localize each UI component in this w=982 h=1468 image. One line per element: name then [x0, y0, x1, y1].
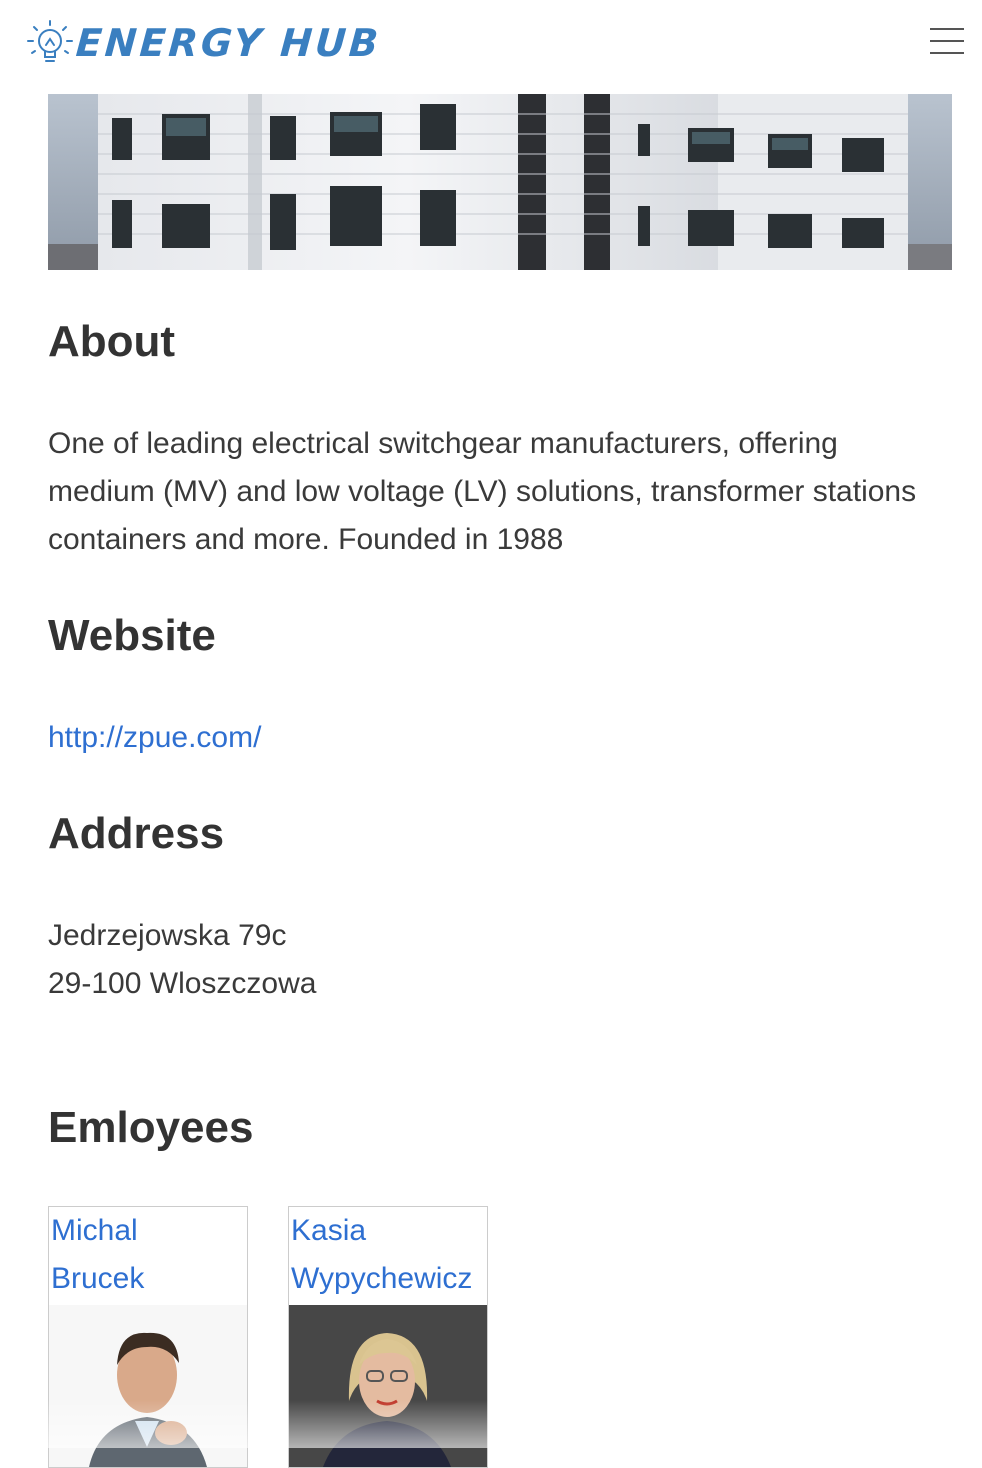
- menu-line: [930, 52, 964, 54]
- employee-last-name: Brucek: [51, 1262, 145, 1295]
- website-heading: Website: [48, 611, 216, 660]
- brand-name: ENERGY HUB: [74, 21, 383, 65]
- top-navbar: ENERGY HUB: [0, 0, 982, 94]
- employee-photo: [49, 1305, 247, 1467]
- employee-card[interactable]: Kasia Wypychewicz: [288, 1206, 488, 1468]
- address-line-1: Jedrzejowska 79c: [48, 919, 287, 952]
- employee-first-name: Kasia: [291, 1214, 367, 1247]
- about-heading: About: [48, 317, 176, 366]
- employee-name-link[interactable]: Michal: [49, 1207, 247, 1255]
- address-block: Jedrzejowska 79c 29-100 Wloszczowa: [48, 912, 316, 1008]
- employee-name-link[interactable]: Wypychewicz: [289, 1255, 487, 1303]
- employee-last-name: Wypychewicz: [291, 1262, 473, 1295]
- employee-name-link[interactable]: Kasia: [289, 1207, 487, 1255]
- hamburger-menu-icon[interactable]: [930, 28, 964, 54]
- menu-line: [930, 28, 964, 30]
- address-line-2: 29-100 Wloszczowa: [48, 967, 317, 1000]
- employees-heading: Emloyees: [48, 1103, 254, 1152]
- address-heading: Address: [48, 809, 225, 858]
- menu-line: [930, 40, 964, 42]
- employee-first-name: Michal: [51, 1214, 138, 1247]
- employee-name-link[interactable]: Brucek: [49, 1255, 247, 1303]
- employee-photo: [289, 1305, 487, 1467]
- employee-cards: Michal Brucek Kasia Wypychewicz: [48, 1206, 488, 1468]
- about-text: One of leading electrical switchgear man…: [48, 427, 917, 556]
- hero-building-image: [48, 94, 952, 270]
- lightbulb-icon: [27, 20, 73, 62]
- employee-card[interactable]: Michal Brucek: [48, 1206, 248, 1468]
- brand-logo[interactable]: ENERGY HUB: [24, 14, 383, 72]
- website-link[interactable]: http://zpue.com/: [48, 721, 261, 754]
